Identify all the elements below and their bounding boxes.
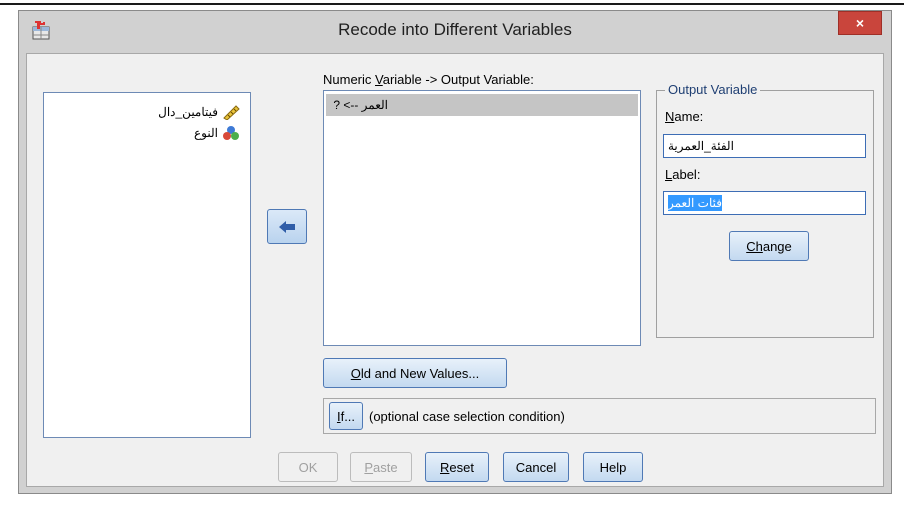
name-field[interactable]: الفئة_العمرية [663, 134, 866, 158]
paste-button[interactable]: Paste [350, 452, 412, 482]
mapping-header: Numeric Variable -> Output Variable: [323, 72, 534, 87]
list-item[interactable]: فيتامين_دال [158, 103, 240, 121]
list-item[interactable]: النوع [194, 124, 240, 142]
name-label: Name: [665, 109, 704, 124]
nominal-balls-icon [223, 126, 239, 140]
output-variable-title: Output Variable [665, 82, 761, 97]
label-field-value: فئات العمر [668, 195, 722, 211]
mapping-row[interactable]: العمر --> ? [326, 94, 638, 116]
name-field-value: الفئة_العمرية [668, 139, 734, 153]
if-caption: (optional case selection condition) [369, 409, 565, 424]
dialog-body: فيتامين_دال النوع Numeric Variable -> Ou… [26, 53, 884, 487]
label-field[interactable]: فئات العمر [663, 191, 866, 215]
old-and-new-values-button[interactable]: Old and New Values... [323, 358, 507, 388]
cancel-button[interactable]: Cancel [503, 452, 569, 482]
dialog-window: Recode into Different Variables × فيتامي… [18, 10, 892, 494]
title-bar[interactable]: Recode into Different Variables × [19, 11, 891, 51]
source-variable-list[interactable]: فيتامين_دال النوع [43, 92, 251, 438]
mapping-row-text: العمر --> ? [333, 98, 388, 112]
label-label: Label: [665, 167, 701, 182]
close-button[interactable]: × [838, 11, 882, 35]
help-button[interactable]: Help [583, 452, 643, 482]
mapping-list[interactable]: العمر --> ? [323, 90, 641, 346]
scale-ruler-icon [223, 105, 240, 120]
output-variable-group: Output Variable Name: الفئة_العمرية Labe… [656, 82, 874, 338]
change-button[interactable]: Ch ange [729, 231, 809, 261]
reset-button[interactable]: Reset [425, 452, 489, 482]
close-icon: × [855, 15, 865, 31]
arrow-left-icon [279, 220, 295, 233]
list-item-label: فيتامين_دال [158, 105, 218, 119]
ok-button[interactable]: OK [278, 452, 338, 482]
move-variable-button[interactable] [267, 209, 307, 244]
top-border-line [0, 3, 904, 5]
list-item-label: النوع [194, 126, 218, 140]
if-condition-box: If... (optional case selection condition… [323, 398, 876, 434]
if-button[interactable]: If... [329, 402, 363, 430]
window-title: Recode into Different Variables [338, 20, 572, 39]
